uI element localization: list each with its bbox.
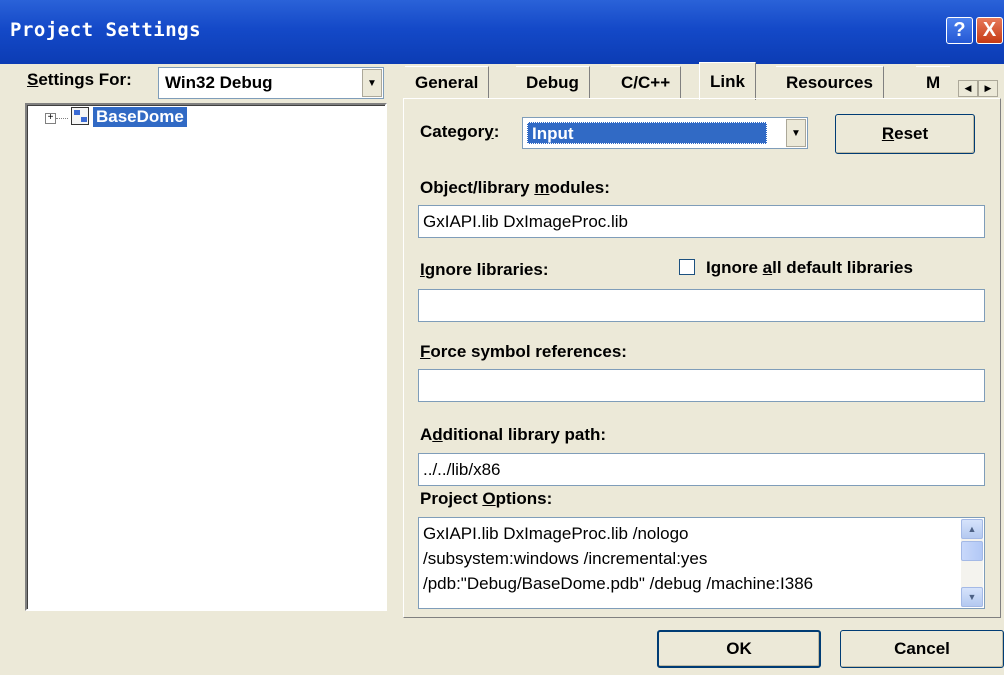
- reset-button[interactable]: Reset: [835, 114, 975, 154]
- window-title: Project Settings: [10, 19, 202, 41]
- tab-more[interactable]: M: [916, 66, 951, 98]
- help-icon: ?: [953, 19, 966, 41]
- tab-scroller[interactable]: ◀ ▶: [958, 80, 998, 97]
- chevron-down-icon[interactable]: ▼: [362, 69, 382, 97]
- settings-for-dropdown[interactable]: Win32 Debug ▼: [158, 67, 384, 99]
- project-options-label: Project Options:: [420, 489, 553, 508]
- tab-general[interactable]: General: [405, 66, 490, 98]
- project-options-line: /subsystem:windows /incremental:yes: [423, 549, 708, 568]
- settings-for-value: Win32 Debug: [165, 73, 273, 92]
- ignore-libraries-label: Ignore libraries:: [420, 260, 549, 279]
- tab-debug[interactable]: Debug: [516, 66, 590, 98]
- project-icon: [71, 107, 89, 125]
- chevron-left-icon[interactable]: ◀: [958, 80, 978, 97]
- tab-link[interactable]: Link: [699, 62, 756, 100]
- chevron-down-icon[interactable]: ▼: [786, 119, 806, 147]
- ignore-libraries-field[interactable]: [418, 289, 985, 322]
- project-tree[interactable]: + BaseDome: [25, 103, 387, 611]
- object-library-modules-field[interactable]: GxIAPI.lib DxImageProc.lib: [418, 205, 985, 238]
- vertical-scrollbar[interactable]: ▲ ▼: [961, 519, 983, 607]
- tree-expand-icon[interactable]: +: [45, 113, 56, 124]
- settings-for-label: Settings For:: [27, 70, 132, 89]
- project-options-textarea[interactable]: GxIAPI.lib DxImageProc.lib /nologo /subs…: [418, 517, 985, 609]
- tab-resources[interactable]: Resources: [776, 66, 884, 98]
- scroll-up-icon[interactable]: ▲: [961, 519, 983, 539]
- category-value: Input: [527, 122, 767, 144]
- close-icon: X: [982, 19, 997, 41]
- close-button[interactable]: X: [976, 17, 1003, 44]
- force-symbol-references-field[interactable]: [418, 369, 985, 402]
- category-dropdown[interactable]: Input ▼: [522, 117, 808, 149]
- ok-button[interactable]: OK: [657, 630, 821, 668]
- chevron-right-icon[interactable]: ▶: [978, 80, 998, 97]
- tab-c-cpp[interactable]: C/C++: [611, 66, 682, 98]
- cancel-button[interactable]: Cancel: [840, 630, 1004, 668]
- project-options-line: /pdb:"Debug/BaseDome.pdb" /debug /machin…: [423, 574, 814, 593]
- additional-library-path-field[interactable]: ../../lib/x86: [418, 453, 985, 486]
- ignore-all-default-libraries-label[interactable]: Ignore all default libraries: [706, 258, 913, 278]
- help-button[interactable]: ?: [946, 17, 973, 44]
- category-label: Category:: [420, 122, 500, 141]
- ignore-all-default-libraries-checkbox[interactable]: [679, 259, 695, 275]
- scroll-thumb[interactable]: [961, 541, 983, 561]
- tree-item-basedome[interactable]: BaseDome: [93, 107, 187, 127]
- scroll-down-icon[interactable]: ▼: [961, 587, 983, 607]
- force-symbol-references-label: Force symbol references:: [420, 342, 627, 361]
- object-library-modules-label: Object/library modules:: [420, 178, 610, 197]
- title-bar[interactable]: Project Settings ? X: [0, 0, 1004, 64]
- additional-library-path-label: Additional library path:: [420, 425, 607, 444]
- project-options-line: GxIAPI.lib DxImageProc.lib /nologo: [423, 524, 689, 543]
- tree-connector: [56, 118, 68, 119]
